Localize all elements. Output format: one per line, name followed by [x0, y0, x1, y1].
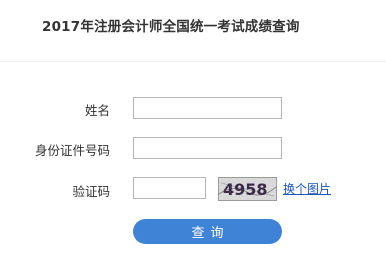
id-number-input[interactable]: [133, 137, 282, 159]
change-captcha-link[interactable]: 换个图片: [283, 180, 331, 197]
page-header: 2017年注册会计师全国统一考试成绩查询: [0, 0, 386, 62]
id-number-label: 身份证件号码: [34, 143, 110, 158]
captcha-label: 验证码: [72, 184, 110, 199]
captcha-text: 4958: [223, 180, 268, 199]
captcha-input[interactable]: [133, 177, 206, 199]
captcha-image: 4958: [218, 177, 277, 201]
name-label: 姓名: [84, 103, 110, 118]
query-button[interactable]: 查询: [133, 219, 282, 244]
page-title: 2017年注册会计师全国统一考试成绩查询: [42, 19, 300, 35]
name-input[interactable]: [133, 97, 282, 119]
